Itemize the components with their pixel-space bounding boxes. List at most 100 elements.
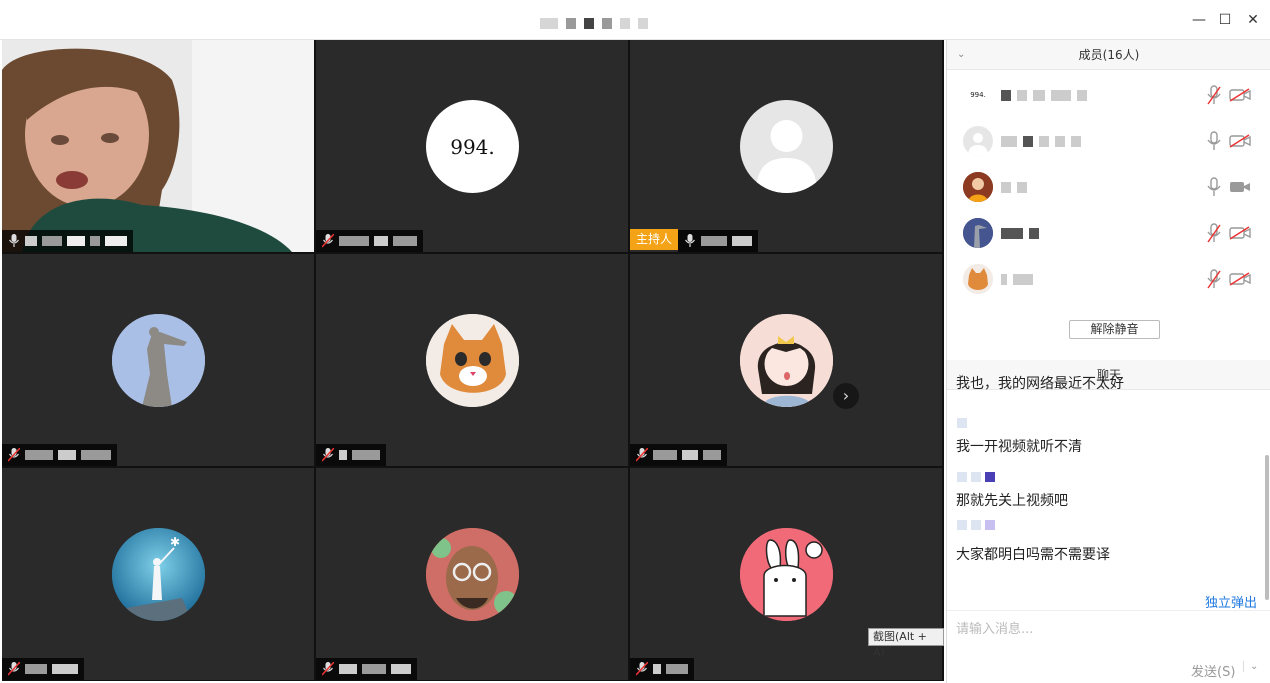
muted-microphone-icon[interactable] [1206, 85, 1222, 105]
member-row[interactable] [947, 210, 1270, 256]
svg-text:✱: ✱ [170, 535, 180, 549]
camera-off-icon[interactable] [1229, 226, 1251, 240]
member-avatar [963, 264, 993, 294]
camera-off-icon[interactable] [1229, 272, 1251, 286]
participant-name-bar [316, 444, 386, 466]
webcam-video [2, 40, 314, 252]
chat-message: 我也，我的网络最近不太好 [956, 376, 1124, 392]
name-redacted [339, 664, 357, 674]
microphone-icon [9, 234, 19, 247]
maximize-button[interactable]: ☐ [1215, 10, 1235, 30]
next-page-button[interactable]: › [833, 383, 859, 409]
name-redacted [653, 450, 677, 460]
cartoon-girl-image [740, 314, 833, 407]
member-name-redacted [1001, 90, 1087, 101]
member-avatar: 994. [963, 80, 993, 110]
chat-sender-redacted [957, 520, 995, 530]
video-tile-statue[interactable] [2, 254, 314, 466]
camera-icon[interactable] [1229, 180, 1251, 194]
video-tile-webcam[interactable] [2, 40, 314, 252]
name-redacted [25, 450, 53, 460]
member-row[interactable]: 994. [947, 72, 1270, 118]
microphone-icon[interactable] [1206, 177, 1222, 197]
screenshot-tooltip: 截图(Alt + A) [868, 628, 944, 659]
name-redacted [653, 664, 661, 674]
participant-name-bar [2, 658, 84, 680]
figure-on-rock-image: ✱ [112, 528, 205, 621]
send-button[interactable]: 发送(S) [1191, 661, 1235, 680]
muted-microphone-icon [636, 448, 648, 462]
muted-microphone-icon[interactable] [1206, 223, 1222, 243]
video-tile-glasses[interactable] [316, 468, 628, 680]
participant-avatar: ✱ [112, 528, 205, 621]
avatar-text: 994. [450, 134, 495, 159]
man-with-glasses-image [426, 528, 519, 621]
chat-sender-redacted [957, 472, 995, 482]
name-redacted [339, 236, 369, 246]
member-row[interactable] [947, 118, 1270, 164]
participant-name-bar [630, 444, 727, 466]
cat-image [426, 314, 519, 407]
participant-avatar [740, 528, 833, 621]
member-name-redacted [1001, 182, 1027, 193]
chat-sender-redacted [957, 418, 967, 428]
name-redacted [25, 236, 37, 246]
statue-image [112, 314, 205, 407]
muted-microphone-icon [322, 448, 334, 462]
participant-name-bar [316, 230, 423, 252]
muted-microphone-icon [636, 662, 648, 676]
muted-microphone-icon [322, 662, 334, 676]
default-user-icon [756, 120, 817, 193]
name-redacted [339, 450, 347, 460]
participant-avatar [426, 528, 519, 621]
unmute-all-button[interactable]: 解除静音 [1069, 320, 1160, 339]
microphone-icon[interactable] [1206, 131, 1222, 151]
muted-microphone-icon [8, 448, 20, 462]
chat-message: 我一开视频就听不清 [956, 439, 1082, 455]
video-tile-bunny[interactable] [630, 468, 942, 680]
video-tile-girl[interactable] [630, 254, 942, 466]
chat-input-area: 发送(S) ⌄ [947, 610, 1270, 683]
member-avatar [963, 218, 993, 248]
video-grid: 994. 主持人 ✱ › 截图(Alt + A) [2, 40, 944, 681]
video-tile-host[interactable]: 主持人 [630, 40, 942, 252]
participant-avatar: 994. [426, 100, 519, 193]
chevron-down-icon: ⌄ [957, 49, 966, 60]
bunny-image [740, 528, 833, 621]
members-header[interactable]: ⌄ 成员(16人) [947, 40, 1270, 70]
name-redacted [25, 664, 47, 674]
title-bar: — ☐ ✕ [0, 0, 1270, 40]
participant-avatar [112, 314, 205, 407]
members-count-label: 成员(16人) [1078, 48, 1140, 62]
chat-messages: 我也，我的网络最近不太好 我一开视频就听不清 那就先关上视频吧 大家都明白吗需不… [947, 375, 1270, 590]
default-avatar [740, 100, 833, 193]
chevron-down-icon[interactable]: ⌄ [1243, 661, 1258, 672]
member-name-redacted [1001, 228, 1039, 239]
video-tile-994[interactable]: 994. [316, 40, 628, 252]
minimize-button[interactable]: — [1189, 10, 1209, 30]
camera-off-icon[interactable] [1229, 88, 1251, 102]
close-button[interactable]: ✕ [1243, 10, 1263, 30]
camera-off-icon[interactable] [1229, 134, 1251, 148]
participant-avatar [740, 314, 833, 407]
member-name-redacted [1001, 136, 1081, 147]
member-row[interactable] [947, 256, 1270, 302]
muted-microphone-icon[interactable] [1206, 269, 1222, 289]
chat-message-input[interactable] [956, 619, 1256, 639]
member-name-redacted [1001, 274, 1033, 285]
video-tile-cat[interactable] [316, 254, 628, 466]
participant-avatar [426, 314, 519, 407]
chat-message: 那就先关上视频吧 [956, 493, 1068, 509]
video-tile-figure[interactable]: ✱ [2, 468, 314, 680]
participant-name-bar [678, 230, 758, 252]
muted-microphone-icon [8, 662, 20, 676]
participant-name-bar [2, 230, 133, 252]
chat-message: 大家都明白吗需不需要译 [956, 547, 1110, 563]
popout-chat-link[interactable]: 独立弹出 [1205, 592, 1257, 611]
participant-name-bar [2, 444, 117, 466]
participant-name-bar [316, 658, 417, 680]
member-row[interactable] [947, 164, 1270, 210]
chat-scrollbar[interactable] [1265, 455, 1269, 600]
side-panel: ⌄ 成员(16人) 994. 解除静音 ⌄ 聊天 我也，我的网络最近不太好 我一… [946, 40, 1270, 683]
host-badge: 主持人 [630, 229, 679, 250]
